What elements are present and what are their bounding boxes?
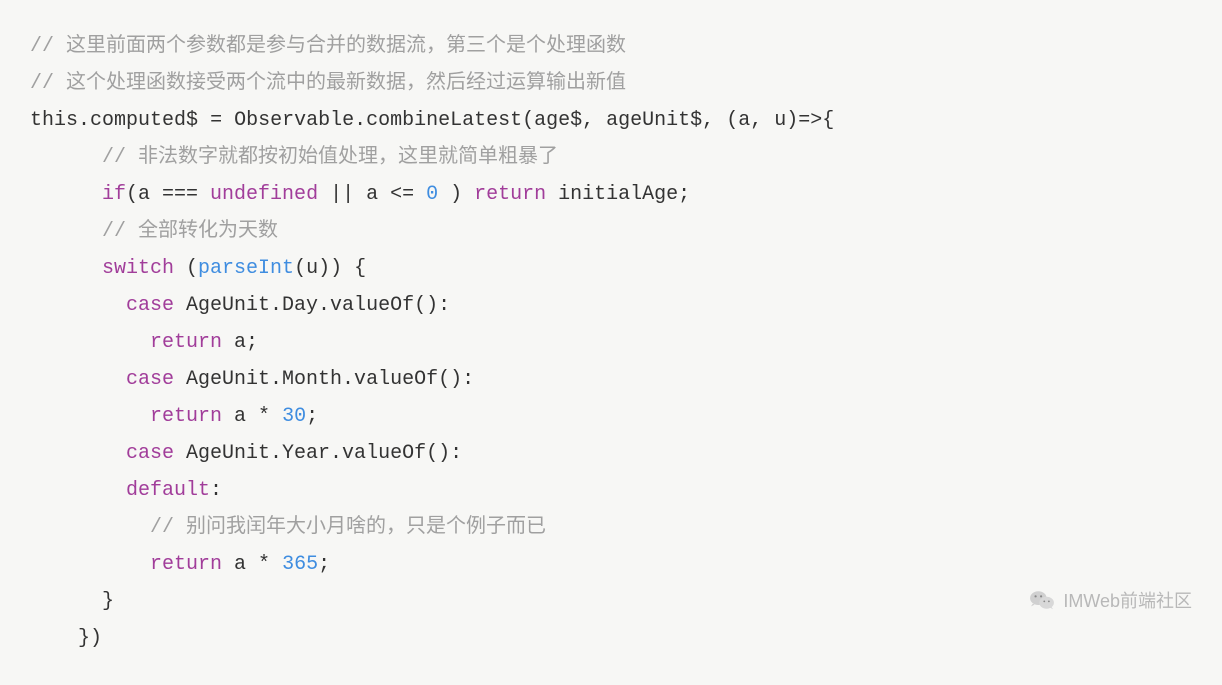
return-keyword: return (150, 405, 222, 428)
case-keyword: case (126, 368, 174, 391)
comment-line-6: // 全部转化为天数 (30, 220, 278, 243)
watermark: IMWeb前端社区 (1029, 587, 1192, 613)
switch-keyword: switch (102, 257, 174, 280)
comment-line-4: // 非法数字就都按初始值处理，这里就简单粗暴了 (30, 146, 558, 169)
wechat-icon (1029, 589, 1055, 611)
return-keyword: return (150, 553, 222, 576)
default-keyword: default (126, 479, 210, 502)
case-keyword: case (126, 294, 174, 317)
this-keyword: this (30, 109, 78, 132)
case-keyword: case (126, 442, 174, 465)
watermark-text: IMWeb前端社区 (1063, 587, 1192, 613)
comment-line-2: // 这个处理函数接受两个流中的最新数据，然后经过运算输出新值 (30, 72, 626, 95)
if-keyword: if (102, 183, 126, 206)
return-keyword: return (150, 331, 222, 354)
comment-line-14: // 别问我闰年大小月啥的，只是个例子而已 (30, 516, 546, 539)
comment-line-1: // 这里前面两个参数都是参与合并的数据流，第三个是个处理函数 (30, 35, 626, 58)
return-keyword: return (474, 183, 546, 206)
code-block: // 这里前面两个参数都是参与合并的数据流，第三个是个处理函数 // 这个处理函… (0, 0, 1222, 685)
